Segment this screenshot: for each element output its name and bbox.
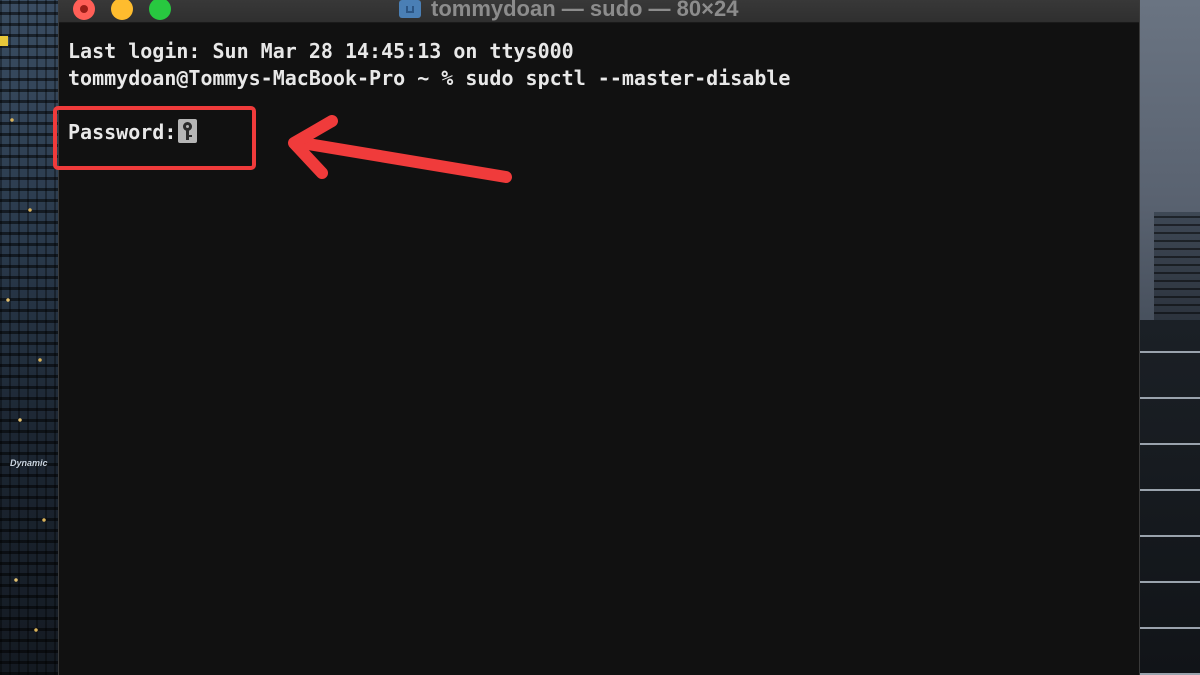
close-button[interactable] bbox=[73, 0, 95, 20]
screen: Dynamic tommydoan — sudo — 80×24 Last lo… bbox=[0, 0, 1200, 675]
window-title-text: tommydoan — sudo — 80×24 bbox=[431, 0, 739, 21]
window-titlebar[interactable]: tommydoan — sudo — 80×24 bbox=[59, 0, 1139, 23]
desktop-wallpaper-left: Dynamic bbox=[0, 0, 58, 675]
wallpaper-logo: Dynamic bbox=[10, 458, 48, 468]
zoom-button[interactable] bbox=[149, 0, 171, 20]
arrow-left-icon bbox=[288, 115, 512, 183]
annotation-highlight-box bbox=[53, 106, 256, 170]
city-lights bbox=[0, 0, 58, 675]
wallpaper-sign bbox=[0, 36, 8, 46]
wallpaper-building bbox=[1154, 212, 1200, 322]
minimize-button[interactable] bbox=[111, 0, 133, 20]
terminal-line-last-login: Last login: Sun Mar 28 14:45:13 on ttys0… bbox=[68, 39, 574, 63]
terminal-window[interactable]: tommydoan — sudo — 80×24 Last login: Sun… bbox=[58, 0, 1140, 675]
wallpaper-building-lower bbox=[1140, 320, 1200, 675]
terminal-line-command: tommydoan@Tommys-MacBook-Pro ~ % sudo sp… bbox=[68, 66, 791, 90]
folder-icon bbox=[399, 0, 421, 18]
desktop-wallpaper-right bbox=[1140, 0, 1200, 675]
window-title: tommydoan — sudo — 80×24 bbox=[399, 0, 738, 22]
